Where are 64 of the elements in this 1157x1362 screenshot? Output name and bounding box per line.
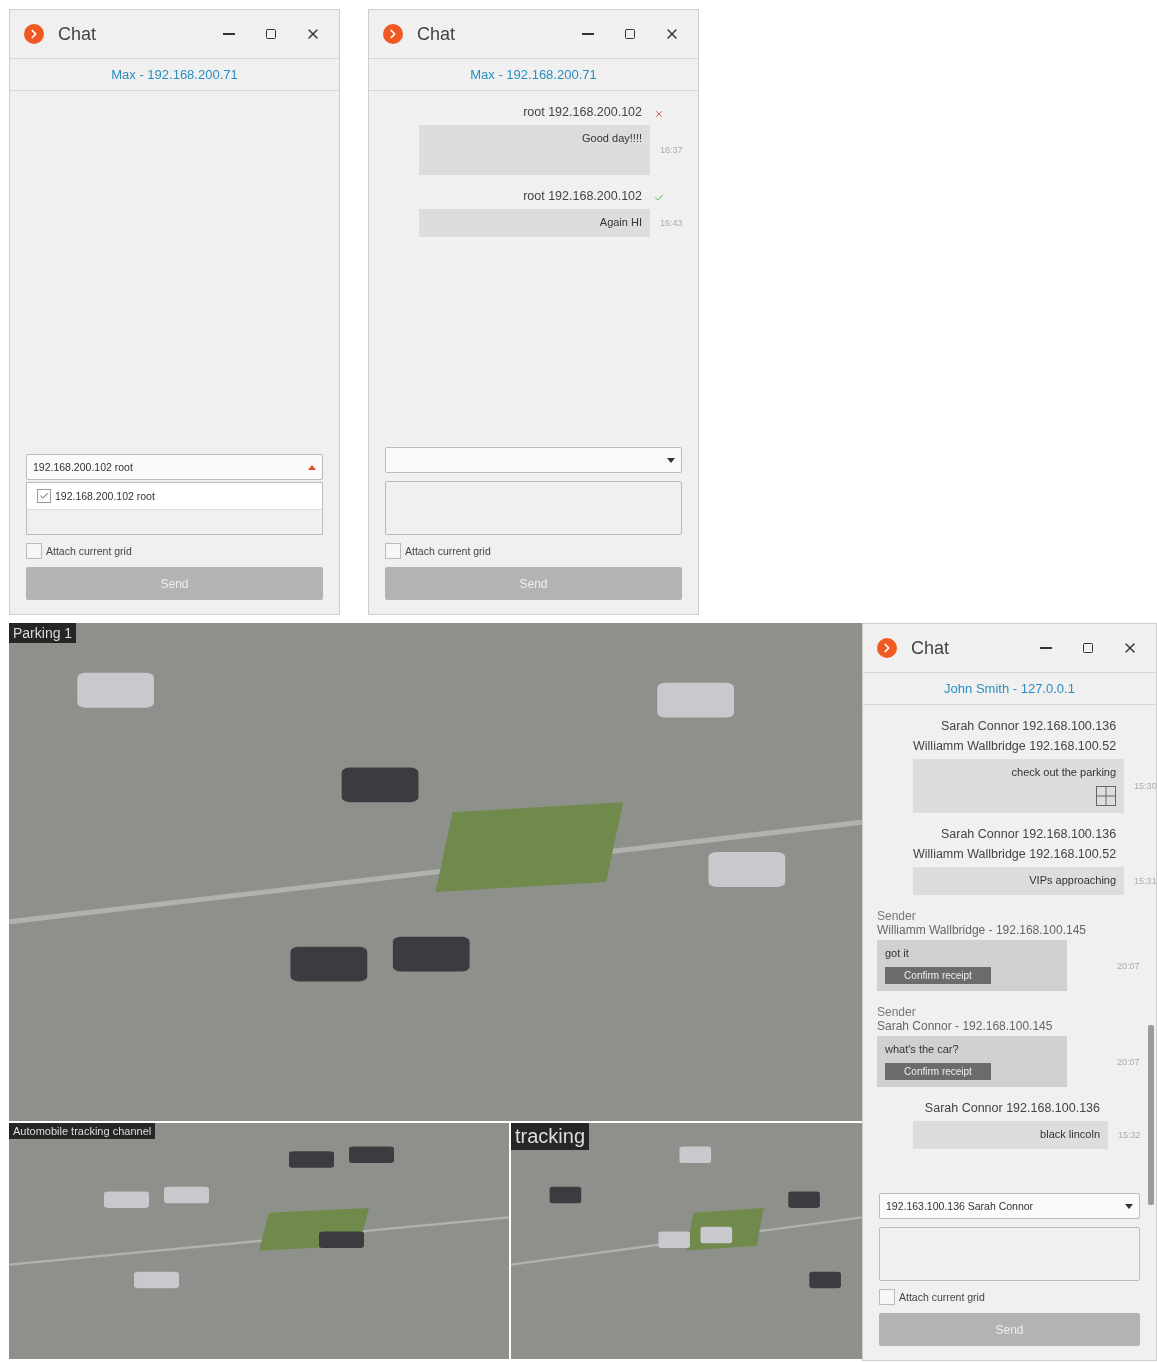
camera-title: tracking <box>511 1123 590 1150</box>
dropdown-option[interactable]: 192.168.200.102 root <box>27 483 322 510</box>
minimize-icon <box>582 33 594 35</box>
message-time: 15:32 <box>1117 1130 1142 1140</box>
checkbox-label: Attach current grid <box>405 545 491 557</box>
checkbox[interactable] <box>385 543 401 559</box>
recipient-label: root 192.168.200.102 <box>523 189 642 203</box>
caret-down-icon <box>1125 1203 1133 1209</box>
minimize-icon <box>1040 647 1052 649</box>
option-label: 192.168.200.102 root <box>55 490 155 502</box>
caret-up-icon <box>308 464 316 470</box>
checkbox-label: Attach current grid <box>46 545 132 557</box>
camera-title: Parking 1 <box>9 623 77 643</box>
message-text: black lincoln <box>1040 1128 1100 1140</box>
minimize-icon <box>223 33 235 35</box>
contact-name: Max - 192.168.200.71 <box>470 67 597 82</box>
recipient-label: Sarah Connor 192.168.100.136 <box>924 1101 1100 1115</box>
message-input[interactable] <box>385 481 682 535</box>
message-text: VIPs approaching <box>1029 874 1117 886</box>
scrollbar[interactable] <box>1148 1025 1154 1205</box>
logo-icon <box>383 24 403 44</box>
camera-title: Automobile tracking channel <box>9 1123 156 1139</box>
message-time: 15:31 <box>1133 876 1157 886</box>
window-title: Chat <box>58 23 98 45</box>
recipient-dropdown[interactable]: 192.163.100.136 Sarah Connor <box>879 1193 1140 1219</box>
recipient-label: Sarah Connor 192.168.100.136 <box>940 719 1117 733</box>
checkbox[interactable] <box>37 489 51 503</box>
recipient-label: Williamm Wallbridge 192.168.100.52 <box>913 739 1117 753</box>
message-text: got it <box>885 947 909 959</box>
sender-name: Williamm Wallbridge - 192.168.100.145 <box>877 923 1087 937</box>
window-title: Chat <box>417 23 457 45</box>
message-time: 15:30 <box>1133 781 1157 791</box>
maximize-icon <box>1082 642 1094 654</box>
grid-icon[interactable] <box>1096 786 1117 806</box>
window-title: Chat <box>911 637 951 659</box>
message-time: 20:07 <box>1116 960 1140 971</box>
message-input[interactable] <box>879 1227 1140 1281</box>
message-time: 16:37 <box>659 145 684 155</box>
message-text: check out the parking <box>1011 766 1117 778</box>
confirm-button[interactable]: Confirm receipt <box>885 967 991 984</box>
logo-icon <box>24 24 44 44</box>
checkbox-label: Attach current grid <box>899 1291 985 1303</box>
recipient-label: Williamm Wallbridge 192.168.100.52 <box>913 847 1117 861</box>
checkbox[interactable] <box>26 543 42 559</box>
sender-label: Sender <box>877 1005 917 1019</box>
checkbox[interactable] <box>879 1289 895 1305</box>
maximize-icon <box>265 28 277 40</box>
message-time: 20:07 <box>1116 1056 1140 1067</box>
check-icon <box>39 491 49 501</box>
recipient-dropdown[interactable]: 192.168.200.102 root <box>26 454 323 480</box>
maximize-icon <box>624 28 636 40</box>
confirm-button[interactable]: Confirm receipt <box>885 1063 991 1080</box>
sender-label: Sender <box>877 909 917 923</box>
recipient-label: root 192.168.200.102 <box>523 105 642 119</box>
message-text: what's the car? <box>885 1043 959 1055</box>
caret-down-icon <box>667 457 675 463</box>
contact-name: John Smith - 127.0.0.1 <box>944 681 1075 696</box>
message-text: Again HI <box>599 216 642 228</box>
sender-name: Sarah Connor - 192.168.100.145 <box>877 1019 1054 1033</box>
logo-icon <box>877 638 897 658</box>
message-text: Good day!!!! <box>582 132 642 144</box>
message-time: 16:43 <box>659 218 684 228</box>
recipient-label: Sarah Connor 192.168.100.136 <box>940 827 1117 841</box>
contact-name: Max - 192.168.200.71 <box>111 67 238 82</box>
